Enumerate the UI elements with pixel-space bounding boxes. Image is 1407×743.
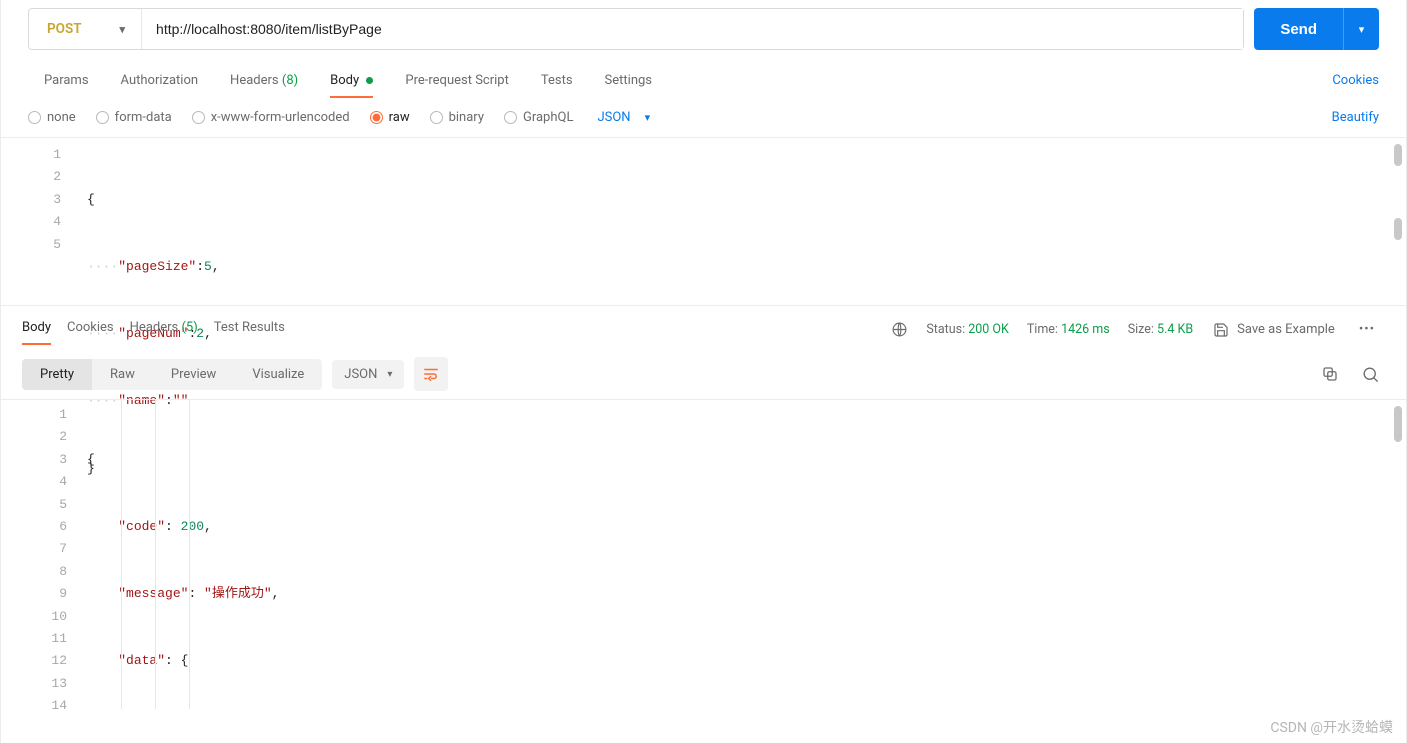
tab-prerequest[interactable]: Pre-request Script [389,63,524,97]
scrollbar-thumb[interactable] [1394,406,1402,442]
resp-tab-test-results[interactable]: Test Results [214,316,285,343]
tab-body[interactable]: Body [314,63,389,97]
line-gutter: 1234567891011121314 [1,400,81,709]
tab-headers-label: Headers [230,73,279,88]
resp-tab-cookies[interactable]: Cookies [67,316,114,343]
beautify-link[interactable]: Beautify [1332,110,1379,125]
chevron-down-icon: ▾ [645,111,651,124]
body-type-raw[interactable]: raw [370,110,410,125]
body-type-xwww[interactable]: x-www-form-urlencoded [192,110,350,125]
send-menu-button[interactable]: ▾ [1343,8,1379,50]
scrollbar-thumb[interactable] [1394,218,1402,240]
url-input[interactable] [142,9,1243,49]
raw-type-dropdown[interactable]: JSON ▾ [597,110,650,125]
method-url-bar: POST ▾ [28,8,1244,50]
body-type-binary[interactable]: binary [430,110,484,125]
tab-settings[interactable]: Settings [589,63,668,97]
watermark: CSDN @开水烫蛤蟆 [1270,717,1393,737]
line-gutter: 12345 [1,138,81,305]
headers-count: (8) [282,73,298,88]
request-body-editor[interactable]: 12345 { ····"pageSize":5, ····"pageNum":… [1,137,1406,305]
scrollbar-thumb[interactable] [1394,144,1402,166]
request-tabs: Params Authorization Headers (8) Body Pr… [1,60,1406,100]
body-type-row: none form-data x-www-form-urlencoded raw… [1,100,1406,137]
response-body-editor[interactable]: 1234567891011121314 { "code": 200, "mess… [1,399,1406,709]
chevron-down-icon: ▾ [120,23,126,36]
resp-tab-headers[interactable]: Headers (5) [130,316,198,343]
cookies-link[interactable]: Cookies [1332,73,1379,88]
chevron-down-icon: ▾ [1359,23,1365,36]
tab-body-label: Body [330,73,359,88]
send-button[interactable]: Send [1254,8,1343,50]
tab-authorization[interactable]: Authorization [105,63,215,97]
tab-headers[interactable]: Headers (8) [214,63,314,97]
body-type-form-data[interactable]: form-data [96,110,172,125]
view-pretty[interactable]: Pretty [22,359,92,390]
tab-tests[interactable]: Tests [525,63,589,97]
http-method-value: POST [47,21,82,37]
modified-dot-icon [366,77,373,84]
resp-tab-body[interactable]: Body [22,316,51,343]
body-type-graphql[interactable]: GraphQL [504,110,573,125]
tab-params[interactable]: Params [28,63,105,97]
code-area[interactable]: { ····"pageSize":5, ····"pageNum":2, ···… [81,138,1406,305]
http-method-select[interactable]: POST ▾ [29,9,142,49]
body-type-none[interactable]: none [28,110,76,125]
code-area[interactable]: { "code": 200, "message": "操作成功", "data"… [81,400,1406,709]
